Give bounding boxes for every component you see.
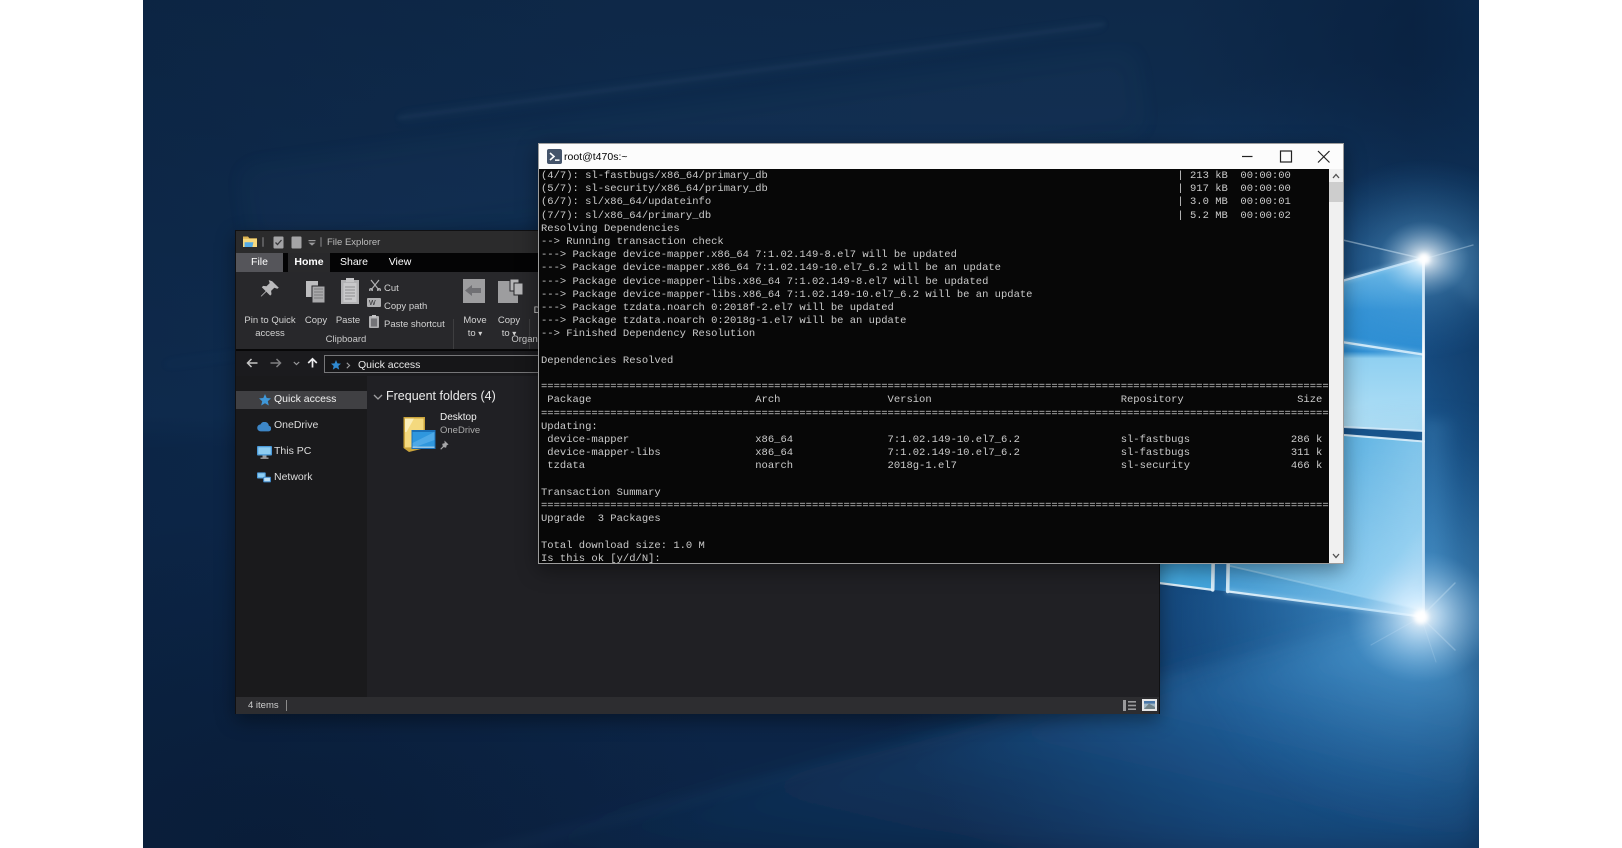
svg-text:W: W [369,300,376,307]
